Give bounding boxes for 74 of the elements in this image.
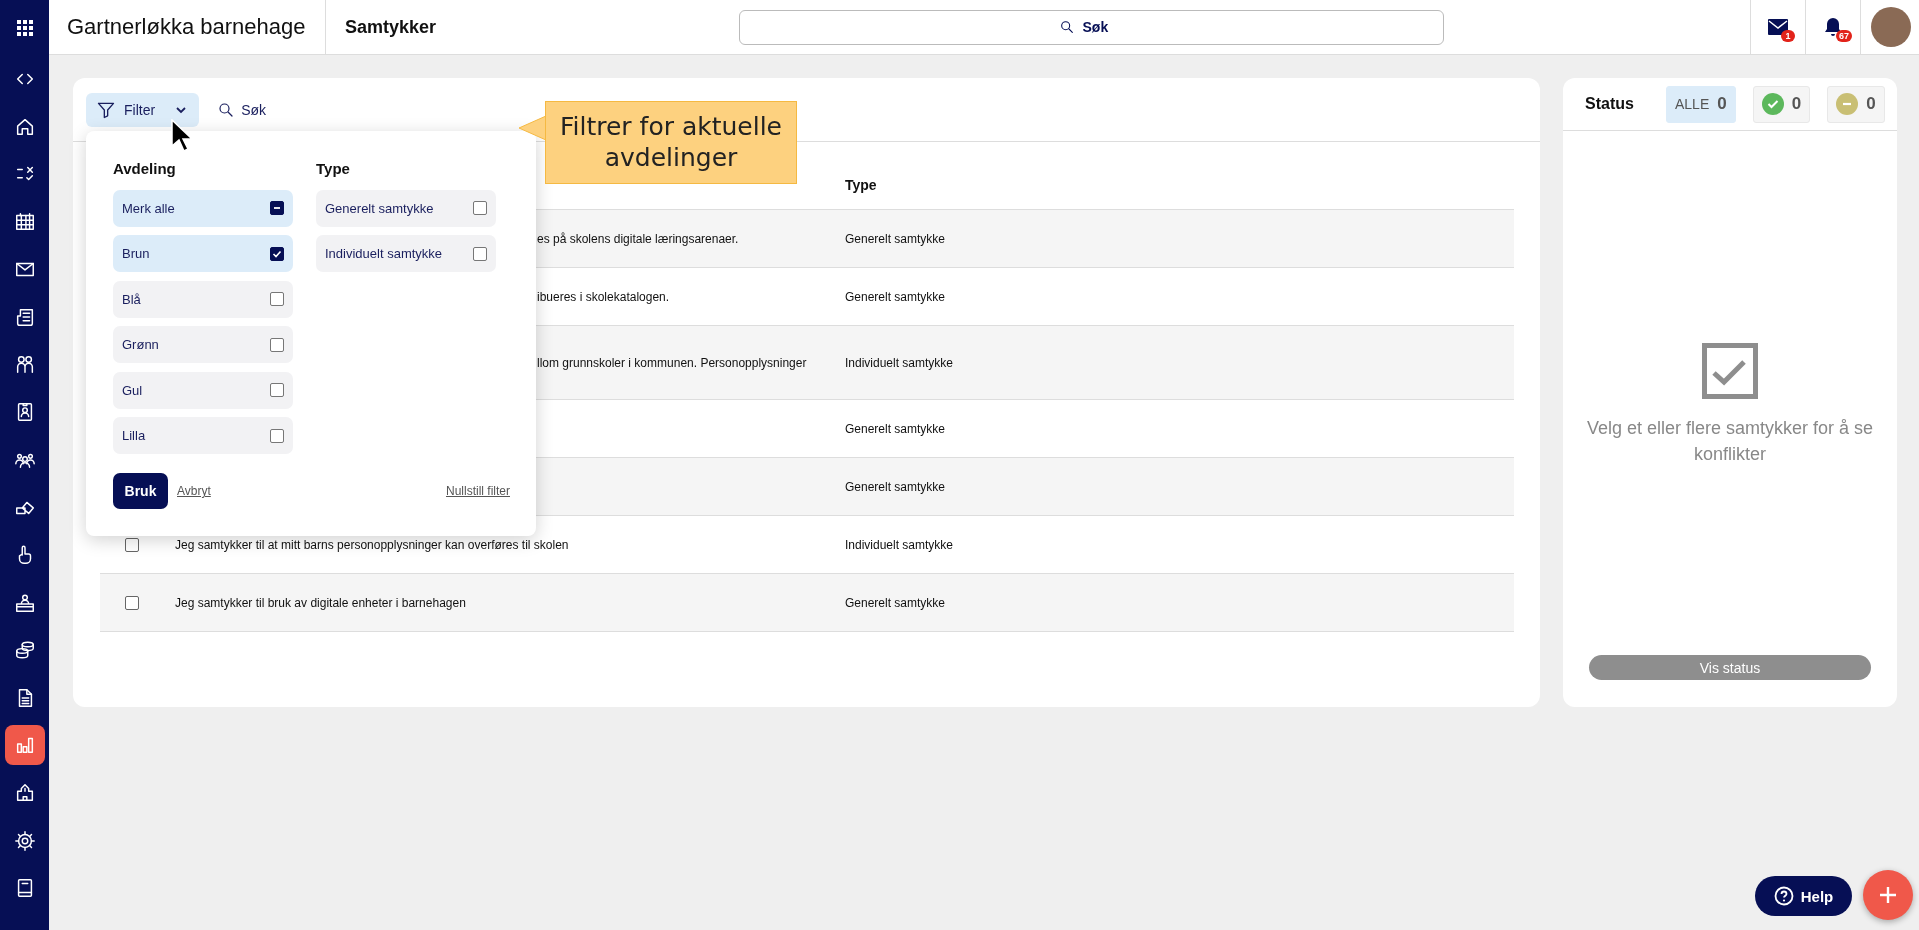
help-button[interactable]: Help: [1755, 876, 1852, 916]
notification-count: 67: [1836, 29, 1852, 42]
minus-icon: [273, 204, 281, 212]
table-cell: llom grunnskoler i kommunen. Personopplysninger: [537, 355, 807, 370]
check-circle-icon: [1761, 93, 1784, 115]
checkbox[interactable]: [473, 201, 487, 215]
cancel-link[interactable]: Avbryt: [177, 484, 211, 498]
table-cell: Jeg samtykker til at mitt barns personopplysninger kan overføres til skolen: [175, 537, 569, 552]
add-button[interactable]: [1863, 870, 1913, 920]
callout-note: Filtrer for aktuelle avdelinger: [545, 101, 797, 184]
table-cell: ibueres i skolekatalogen.: [537, 289, 670, 304]
checkbox[interactable]: [270, 383, 284, 397]
filter-option[interactable]: Brun: [113, 235, 293, 272]
table-cell-text: Individuelt samtykke: [845, 355, 955, 370]
filter-option[interactable]: Lilla: [113, 417, 293, 454]
checkbox-icon: [1702, 343, 1758, 399]
filter-option[interactable]: Grønn: [113, 326, 293, 363]
filter-option[interactable]: Gul: [113, 371, 293, 409]
filter-button[interactable]: Filter: [86, 92, 200, 127]
page-title: Samtykker: [344, 16, 438, 38]
check-icon: [272, 248, 282, 259]
table-cell-text: Individuelt samtykke: [845, 537, 955, 552]
table-cell-text: Generelt samtykke: [845, 595, 947, 610]
checkbox[interactable]: [473, 246, 487, 261]
panel-title: Status: [1585, 95, 1635, 113]
plus-icon: [1879, 886, 1897, 904]
status-filter[interactable]: 0: [1752, 85, 1811, 123]
option-label: Generelt samtykke: [325, 200, 434, 216]
option-label: Merk alle: [122, 200, 175, 216]
mail-icon: [1768, 19, 1788, 35]
question-icon: [1773, 886, 1794, 906]
reset-filter-link[interactable]: Nullstill filter: [446, 484, 510, 498]
checkbox[interactable]: [270, 201, 284, 215]
table-cell: Jeg samtykker til bruk av digitale enheter i barnehagen: [175, 595, 466, 610]
app-title: Gartnerløkka barnehage: [49, 0, 326, 55]
filter-option[interactable]: Blå: [113, 280, 293, 318]
empty-message: Velg et eller flere samtykker for å se konflikter: [1585, 417, 1875, 466]
table-cell-text: Generelt samtykke: [845, 479, 947, 494]
filter-option[interactable]: Individuelt samtykke: [316, 235, 496, 272]
search-icon: [1058, 19, 1075, 35]
option-label: Grønn: [122, 337, 159, 352]
option-label: Blå: [122, 291, 141, 307]
option-label: Lilla: [122, 428, 146, 443]
group-heading: Avdeling: [113, 158, 177, 179]
group-heading: Type: [316, 158, 351, 179]
calendar-icon: [13, 210, 36, 233]
row-checkbox[interactable]: [125, 537, 139, 552]
filter-option[interactable]: Merk alle: [113, 189, 293, 227]
checkbox[interactable]: [270, 337, 284, 352]
table-cell-text: Generelt samtykke: [845, 289, 947, 304]
avatar[interactable]: [1871, 7, 1911, 47]
option-label: Individuelt samtykke: [325, 246, 443, 261]
status-filter[interactable]: 0: [1827, 85, 1885, 123]
apply-button[interactable]: Bruk: [113, 473, 168, 509]
search-input[interactable]: Søk: [1080, 18, 1125, 36]
settings-icon: [13, 829, 36, 852]
option-label: Gul: [122, 382, 143, 398]
table-cell-text: Generelt samtykke: [845, 421, 947, 436]
table-cell: es på skolens digitale læringsarenaer.: [537, 231, 739, 246]
search-button[interactable]: Søk: [211, 99, 272, 120]
minus-circle-icon: [1836, 93, 1859, 115]
column-header: Type: [845, 176, 878, 193]
status-filter[interactable]: ALLE 0: [1666, 85, 1736, 123]
sidebar-item[interactable]: [4, 725, 45, 766]
checkbox[interactable]: [270, 246, 284, 261]
checkbox[interactable]: [270, 428, 284, 443]
row-checkbox[interactable]: [125, 595, 139, 610]
search-field[interactable]: Søk: [739, 9, 1444, 45]
filter-option[interactable]: Generelt samtykke: [316, 189, 496, 227]
checkbox[interactable]: [270, 292, 284, 306]
table-cell-text: Generelt samtykke: [845, 231, 947, 246]
notifications-button[interactable]: 67: [1805, 0, 1860, 55]
messages-button[interactable]: 1: [1750, 0, 1805, 55]
option-label: Brun: [122, 246, 150, 261]
